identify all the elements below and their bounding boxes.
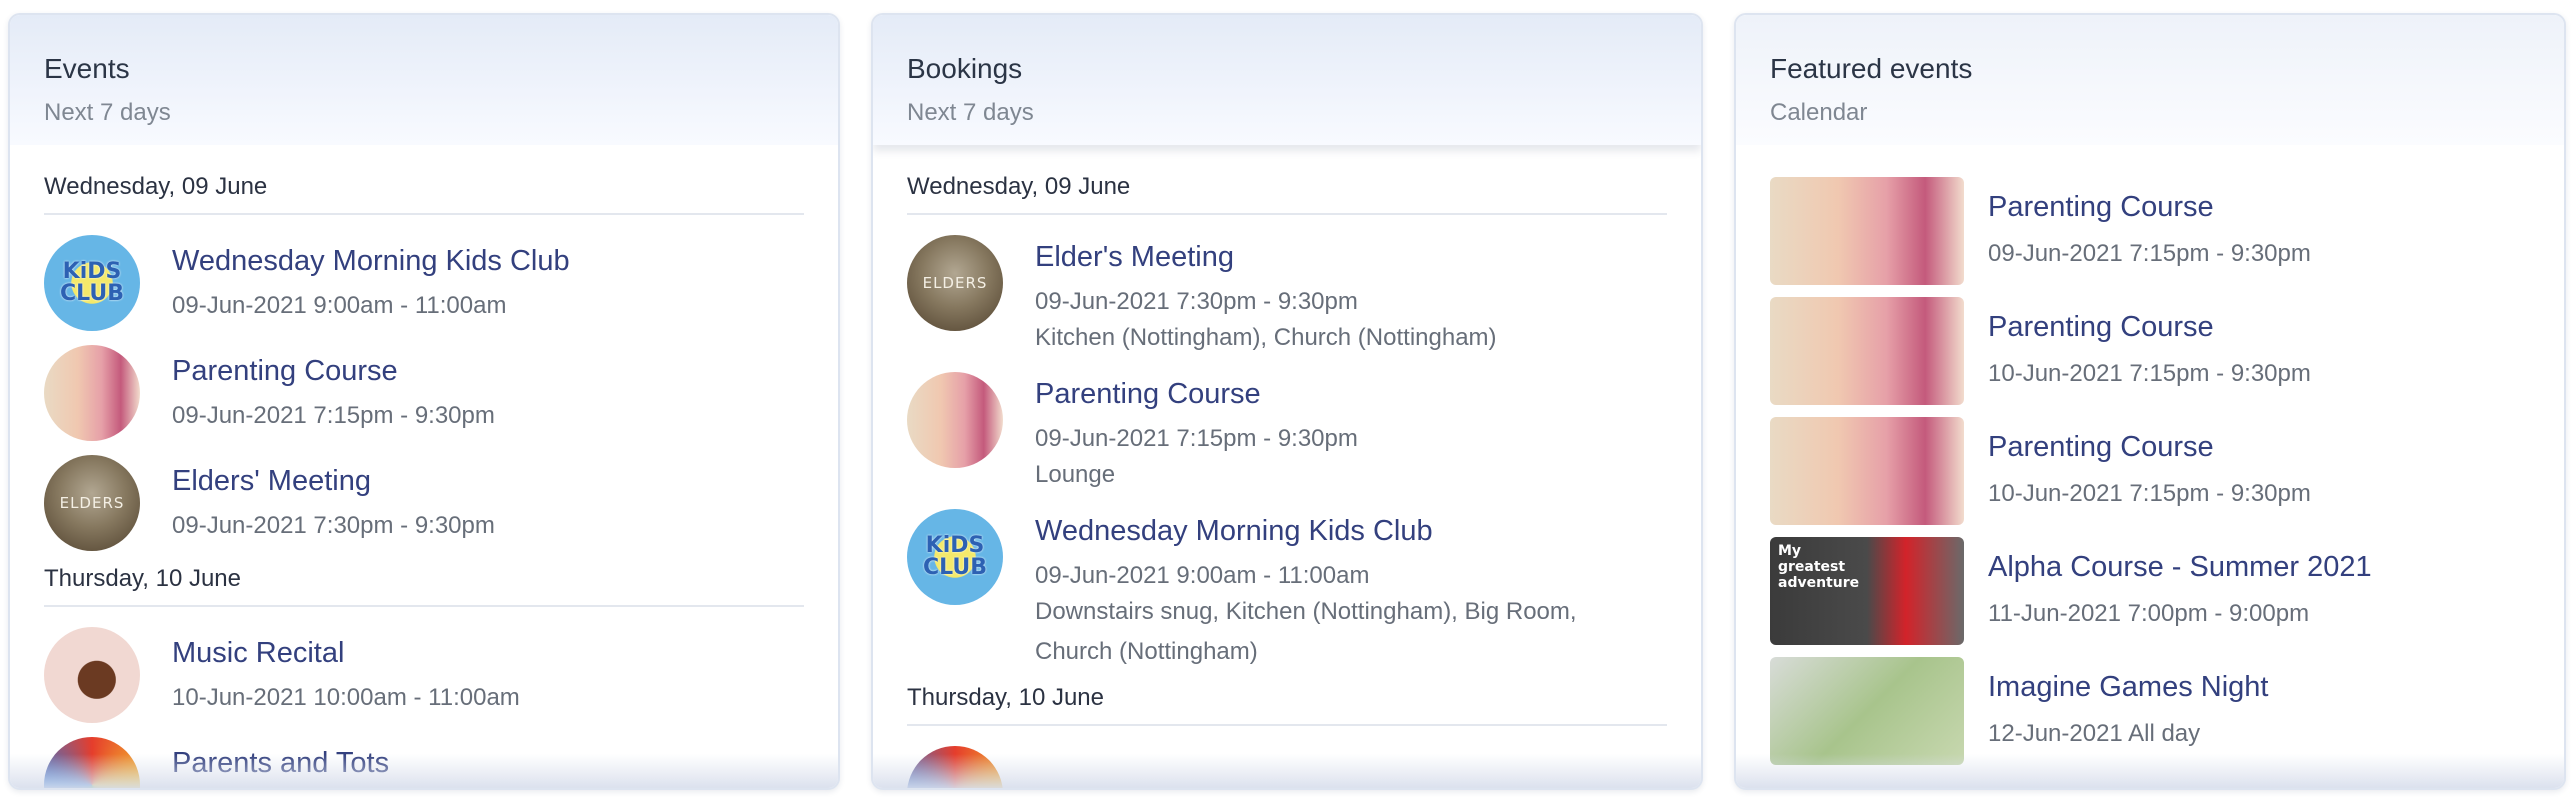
event-item[interactable]: Music Recital 10-Jun-2021 10:00am - 11:0…	[44, 627, 804, 723]
baby-thumbnail	[1770, 297, 1964, 405]
booking-time: 09-Jun-2021 7:30pm - 9:30pm	[1035, 288, 1358, 315]
elders-thumb-text: ELDERS	[922, 274, 988, 292]
featured-time: 10-Jun-2021 7:15pm - 9:30pm	[1988, 480, 2311, 507]
scroll-fade	[1736, 754, 2564, 788]
booking-item[interactable]: KiDS CLUB Wednesday Morning Kids Club 09…	[907, 509, 1667, 672]
booking-item[interactable]: ELDERS Elder's Meeting 09-Jun-2021 7:30p…	[907, 235, 1667, 358]
featured-time: 12-Jun-2021 All day	[1988, 720, 2201, 747]
booking-time: 09-Jun-2021 7:15pm - 9:30pm	[1035, 425, 1358, 452]
featured-title-link[interactable]: Alpha Course - Summer 2021	[1988, 551, 2372, 584]
booking-title-link[interactable]: Parenting Course	[1035, 378, 1358, 411]
booking-time: 09-Jun-2021 9:00am - 11:00am	[1035, 562, 1370, 589]
elders-thumbnail: ELDERS	[907, 235, 1003, 331]
kids-club-thumb-text: KiDS CLUB	[922, 533, 987, 580]
alpha-thumbnail: My greatest adventure	[1770, 537, 1964, 645]
featured-title-link[interactable]: Imagine Games Night	[1988, 671, 2268, 704]
event-title-link[interactable]: Wednesday Morning Kids Club	[172, 245, 570, 278]
event-title-link[interactable]: Elders' Meeting	[172, 465, 495, 498]
featured-item[interactable]: Parenting Course 10-Jun-2021 7:15pm - 9:…	[1770, 417, 2530, 525]
bookings-panel-subtitle: Next 7 days	[907, 99, 1034, 126]
event-time: 09-Jun-2021 7:15pm - 9:30pm	[172, 402, 495, 429]
featured-title-link[interactable]: Parenting Course	[1988, 311, 2311, 344]
scroll-fade	[873, 754, 1701, 788]
bookings-list: Wednesday, 09 June ELDERS Elder's Meetin…	[873, 165, 1701, 788]
bookings-panel-title: Bookings	[907, 53, 1023, 84]
elders-thumb-text: ELDERS	[59, 494, 125, 512]
elders-thumbnail: ELDERS	[44, 455, 140, 551]
baby-thumbnail	[1770, 177, 1964, 285]
booking-title-link[interactable]: Wednesday Morning Kids Club	[1035, 515, 1655, 548]
kids-club-thumbnail: KiDS CLUB	[44, 235, 140, 331]
baby-thumbnail	[44, 345, 140, 441]
event-time: 10-Jun-2021 10:00am - 11:00am	[172, 684, 520, 711]
day-label: Thursday, 10 June	[907, 676, 1667, 726]
featured-list: Parenting Course 09-Jun-2021 7:15pm - 9:…	[1736, 145, 2564, 765]
scroll-fade	[10, 754, 838, 788]
events-panel-title: Events	[44, 53, 130, 84]
featured-time: 11-Jun-2021 7:00pm - 9:00pm	[1988, 600, 2310, 627]
event-title-link[interactable]: Music Recital	[172, 637, 520, 670]
featured-item[interactable]: Imagine Games Night 12-Jun-2021 All day	[1770, 657, 2530, 765]
featured-item[interactable]: My greatest adventure Alpha Course - Sum…	[1770, 537, 2530, 645]
events-panel: Events Next 7 days Wednesday, 09 June Ki…	[8, 13, 840, 790]
featured-time: 09-Jun-2021 7:15pm - 9:30pm	[1988, 240, 2311, 267]
featured-events-panel: Featured events Calendar Parenting Cours…	[1734, 13, 2566, 790]
violin-thumbnail	[44, 627, 140, 723]
event-item[interactable]: ELDERS Elders' Meeting 09-Jun-2021 7:30p…	[44, 455, 804, 551]
games-thumbnail	[1770, 657, 1964, 765]
booking-item[interactable]: Parenting Course 09-Jun-2021 7:15pm - 9:…	[907, 372, 1667, 495]
featured-panel-title: Featured events	[1770, 53, 1973, 84]
day-label: Thursday, 10 June	[44, 557, 804, 607]
featured-time: 10-Jun-2021 7:15pm - 9:30pm	[1988, 360, 2311, 387]
event-item[interactable]: KiDS CLUB Wednesday Morning Kids Club 09…	[44, 235, 804, 331]
events-list: Wednesday, 09 June KiDS CLUB Wednesday M…	[10, 165, 838, 788]
event-time: 09-Jun-2021 7:30pm - 9:30pm	[172, 512, 495, 539]
event-title-link[interactable]: Parenting Course	[172, 355, 495, 388]
booking-location: Kitchen (Nottingham), Church (Nottingham…	[1035, 324, 1497, 351]
featured-item[interactable]: Parenting Course 09-Jun-2021 7:15pm - 9:…	[1770, 177, 2530, 285]
events-panel-subtitle: Next 7 days	[44, 99, 171, 126]
booking-location: Downstairs snug, Kitchen (Nottingham), B…	[1035, 598, 1577, 665]
featured-item[interactable]: Parenting Course 10-Jun-2021 7:15pm - 9:…	[1770, 297, 2530, 405]
booking-title-link[interactable]: Elder's Meeting	[1035, 241, 1497, 274]
featured-panel-subtitle: Calendar	[1770, 99, 1868, 126]
featured-title-link[interactable]: Parenting Course	[1988, 191, 2311, 224]
bookings-panel-header: Bookings Next 7 days	[873, 15, 1701, 145]
event-item[interactable]: Parenting Course 09-Jun-2021 7:15pm - 9:…	[44, 345, 804, 441]
baby-thumbnail	[1770, 417, 1964, 525]
alpha-thumb-text: My greatest adventure	[1778, 543, 1860, 591]
featured-panel-header: Featured events Calendar	[1736, 15, 2564, 145]
baby-thumbnail	[907, 372, 1003, 468]
featured-title-link[interactable]: Parenting Course	[1988, 431, 2311, 464]
day-label: Wednesday, 09 June	[907, 165, 1667, 215]
events-panel-header: Events Next 7 days	[10, 15, 838, 145]
day-label: Wednesday, 09 June	[44, 165, 804, 215]
kids-club-thumb-text: KiDS CLUB	[59, 259, 124, 306]
booking-location: Lounge	[1035, 461, 1116, 488]
kids-club-thumbnail: KiDS CLUB	[907, 509, 1003, 605]
bookings-panel: Bookings Next 7 days Wednesday, 09 June …	[871, 13, 1703, 790]
event-time: 09-Jun-2021 9:00am - 11:00am	[172, 292, 507, 319]
